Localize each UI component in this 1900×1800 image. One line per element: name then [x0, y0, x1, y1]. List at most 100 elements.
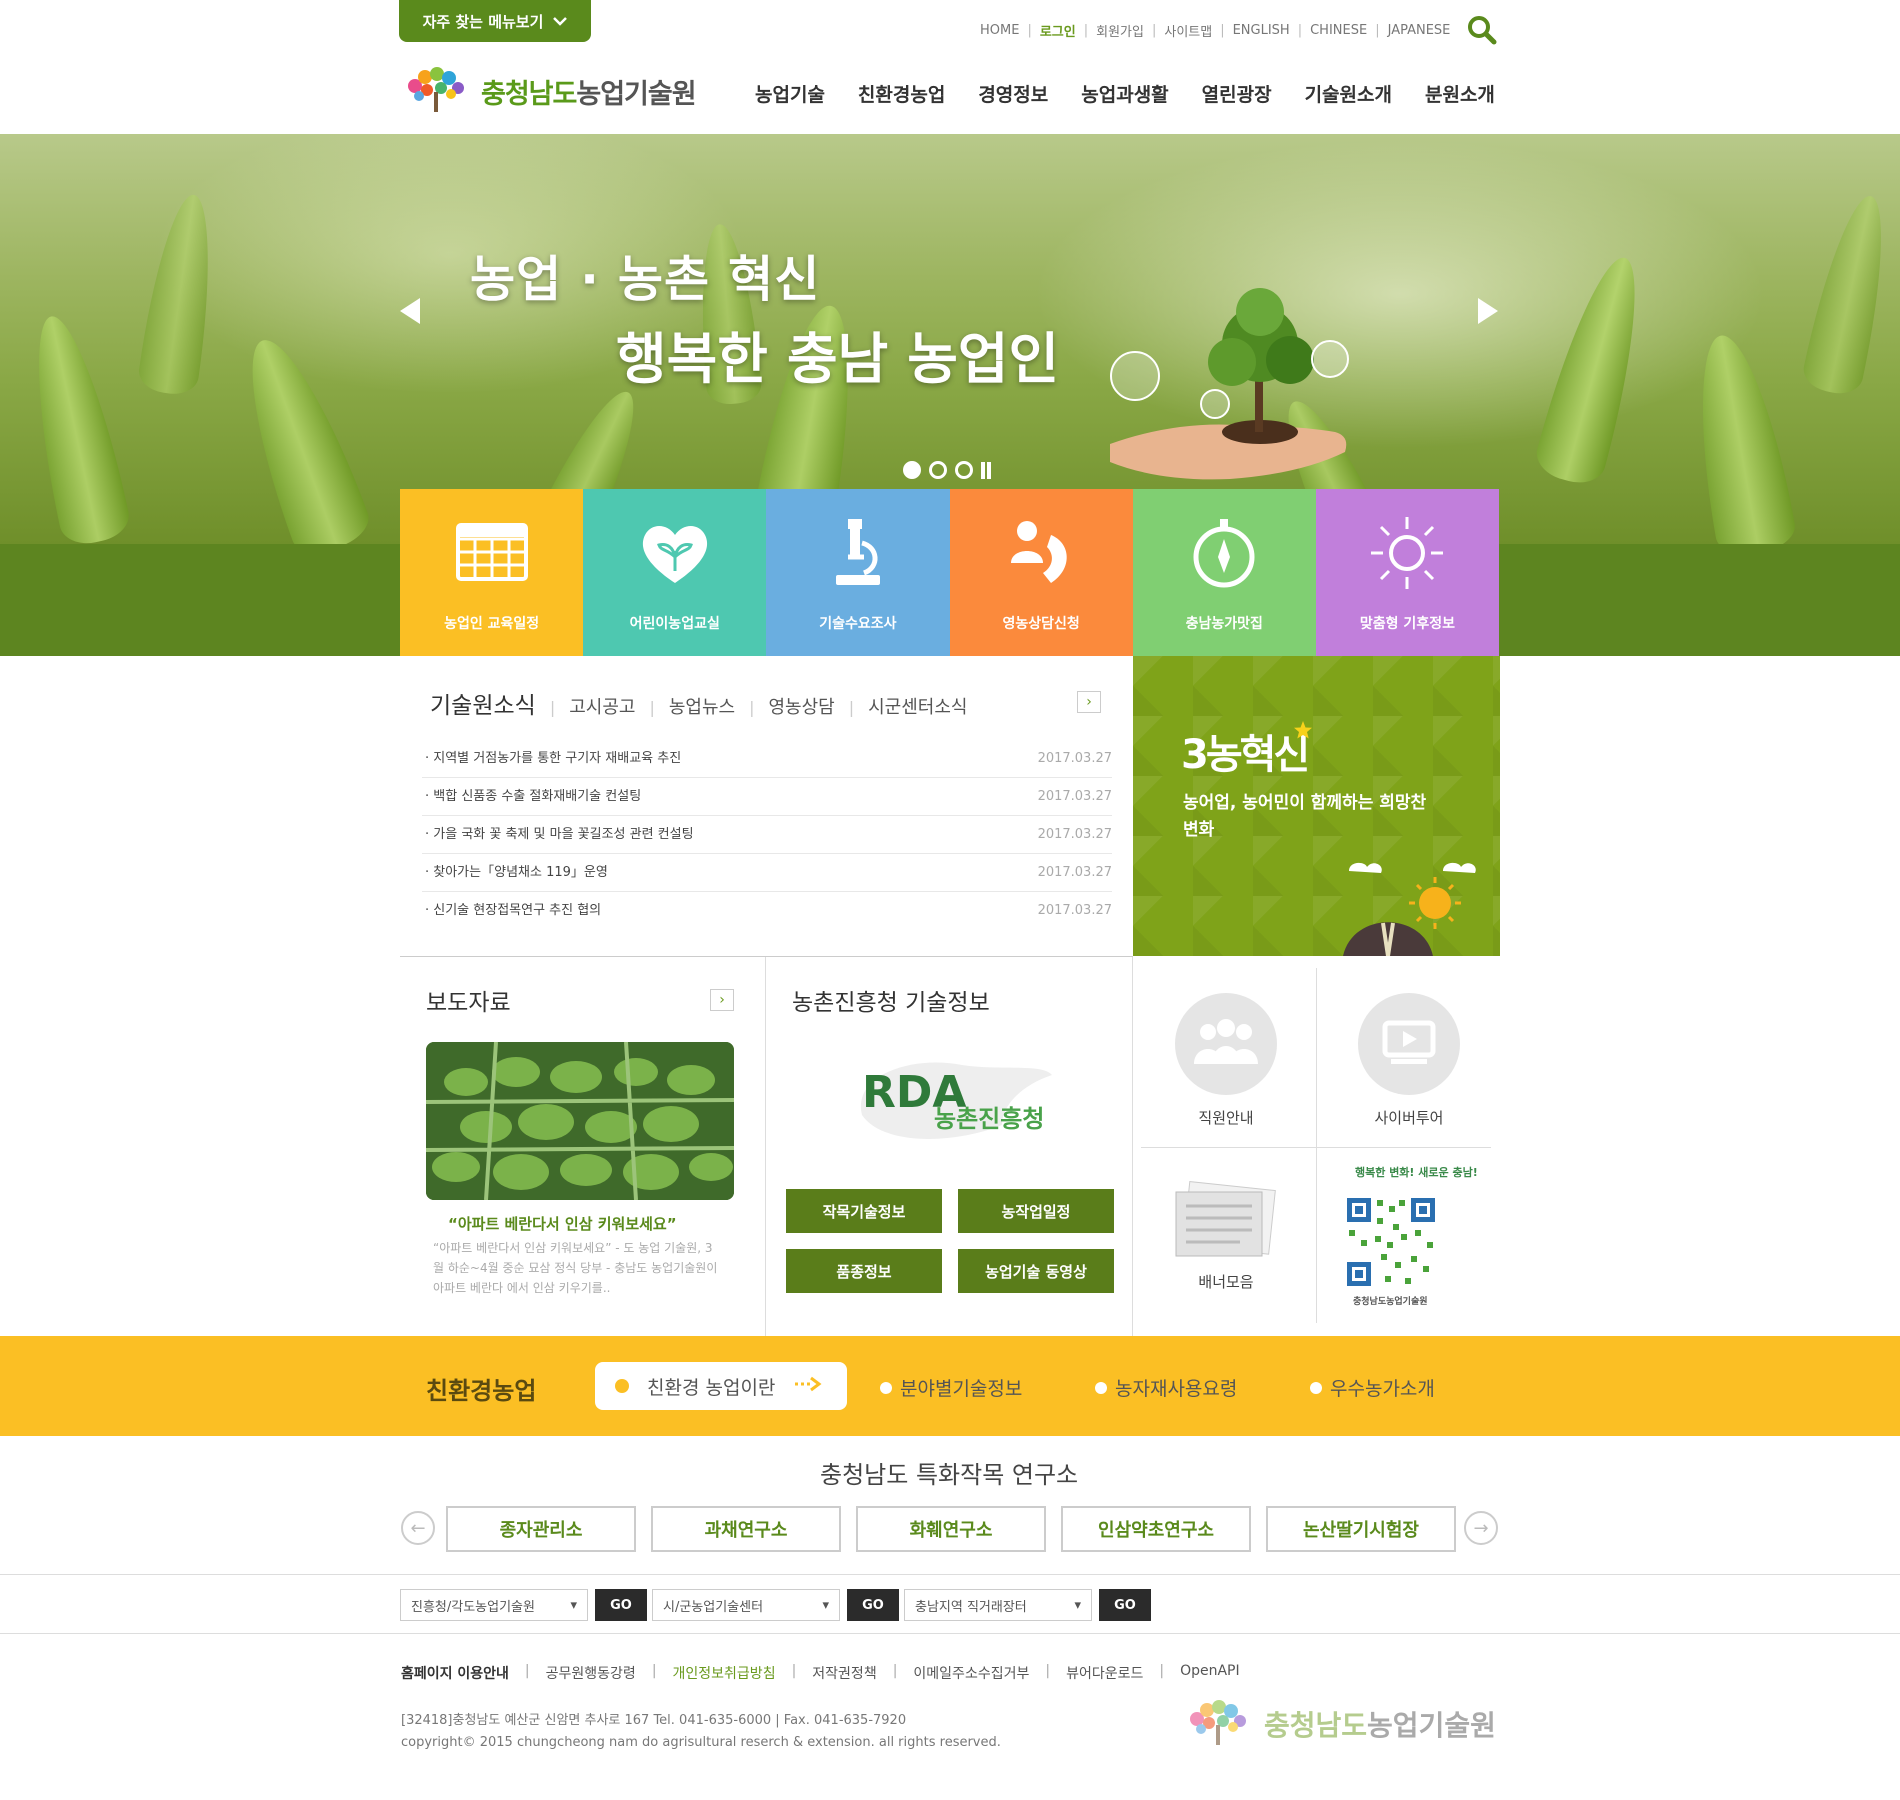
- research-flower-button[interactable]: 화훼연구소: [856, 1506, 1046, 1552]
- tile-farm-restaurant[interactable]: 충남농가맛집: [1132, 489, 1316, 656]
- banner-collection-link[interactable]: [1170, 1180, 1280, 1264]
- press-thumbnail[interactable]: [426, 1042, 734, 1200]
- variety-info-button[interactable]: 품종정보: [786, 1249, 942, 1293]
- rda-site-go-button[interactable]: GO: [595, 1589, 647, 1621]
- tile-climate-info[interactable]: 맞춤형 기후정보: [1315, 489, 1500, 656]
- research-prev-icon[interactable]: ←: [401, 1511, 435, 1545]
- eco-field-tech-link[interactable]: 분야별기술정보: [880, 1374, 1022, 1401]
- dotted-arrow-icon: [793, 1375, 823, 1397]
- logo-text: 충청남도농업기술원: [481, 78, 697, 110]
- press-title: 보도자료: [426, 990, 511, 1016]
- papers-icon: [1170, 1181, 1280, 1264]
- slide-dot-1[interactable]: [903, 461, 921, 479]
- util-japanese-link[interactable]: JAPANESE: [1388, 23, 1451, 38]
- util-join-link[interactable]: 회원가입: [1096, 21, 1144, 40]
- tile-tech-survey[interactable]: 기술수요조사: [766, 489, 950, 656]
- tree-logo-icon: [1182, 1697, 1254, 1751]
- pause-icon[interactable]: [981, 461, 991, 479]
- footer-logo: 충청남도농업기술원: [1182, 1697, 1496, 1751]
- county-center-select[interactable]: 시/군농업기술센터 ▾: [652, 1589, 840, 1621]
- sun-field-illustration: [1343, 862, 1476, 956]
- nav-about[interactable]: 기술원소개: [1305, 80, 1392, 107]
- staff-directory-link[interactable]: [1175, 993, 1277, 1095]
- agri-video-button[interactable]: 농업기술 동영상: [958, 1249, 1114, 1293]
- search-icon[interactable]: [1467, 15, 1497, 45]
- research-strawberry-button[interactable]: 논산딸기시험장: [1266, 1506, 1456, 1552]
- farm-schedule-button[interactable]: 농작업일정: [958, 1189, 1114, 1233]
- county-center-go-button[interactable]: GO: [847, 1589, 899, 1621]
- nav-management[interactable]: 경영정보: [978, 80, 1048, 107]
- site-logo[interactable]: 충청남도농업기술원: [401, 66, 697, 116]
- tab-consult[interactable]: 영농상담: [768, 693, 834, 719]
- footer-copyright-link[interactable]: 저작권정책: [812, 1663, 876, 1683]
- slide-next-icon[interactable]: [1476, 296, 1500, 330]
- util-login-link[interactable]: 로그인: [1040, 21, 1076, 40]
- tab-institute-news[interactable]: 기술원소식: [430, 686, 536, 720]
- nav-agri-tech[interactable]: 농업기술: [755, 80, 825, 107]
- news-more-button[interactable]: ›: [1077, 691, 1101, 713]
- news-item[interactable]: · 신기술 현장접목연구 추진 협의 2017.03.27: [422, 892, 1112, 930]
- rda-logo[interactable]: RDA 농촌진흥청: [852, 1045, 1062, 1153]
- news-item[interactable]: · 찾아가는「양념채소 119」운영 2017.03.27: [422, 854, 1112, 892]
- footer-guide-link[interactable]: 홈페이지 이용안내: [401, 1663, 509, 1683]
- research-fruitveg-button[interactable]: 과채연구소: [651, 1506, 841, 1552]
- tile-label: 충남농가맛집: [1185, 615, 1263, 632]
- tile-education-schedule[interactable]: 농업인 교육일정: [400, 489, 584, 656]
- press-headline[interactable]: “아파트 베란다서 인삼 키워보세요”: [448, 1213, 677, 1234]
- eco-farms-link[interactable]: 우수농가소개: [1310, 1374, 1435, 1401]
- research-title: 충청남도 특화작목 연구소: [820, 1461, 1079, 1489]
- hero-banner: 농업 · 농촌 혁신 행복한 충남 농업인: [0, 134, 1900, 544]
- news-item[interactable]: · 지역별 거점농가를 통한 구기자 재배교육 추진 2017.03.27: [422, 740, 1112, 778]
- qr-code-icon: [1345, 1196, 1437, 1288]
- promo-banner[interactable]: 3농혁신 농어업, 농어민이 함께하는 희망찬 변화: [1133, 656, 1500, 956]
- rda-site-select[interactable]: 진흥청/각도농업기술원 ▾: [400, 1589, 588, 1621]
- cyber-tour-label: 사이버투어: [1374, 1109, 1444, 1127]
- research-seed-button[interactable]: 종자관리소: [446, 1506, 636, 1552]
- footer-email-link[interactable]: 이메일주소수집거부: [913, 1663, 1029, 1683]
- tile-farm-consult[interactable]: 영농상담신청: [949, 489, 1133, 656]
- video-monitor-icon: [1381, 1019, 1437, 1069]
- news-item[interactable]: · 가을 국화 꽃 축제 및 마을 꽃길조성 관련 컨설팅 2017.03.27: [422, 816, 1112, 854]
- tile-kids-class[interactable]: 어린이농업교실: [583, 489, 767, 656]
- tab-notices[interactable]: 고시공고: [569, 693, 635, 719]
- slide-dot-3[interactable]: [955, 461, 973, 479]
- news-item[interactable]: · 백합 신품종 수출 절화재배기술 컨설팅 2017.03.27: [422, 778, 1112, 816]
- tab-agri-news[interactable]: 농업뉴스: [669, 693, 735, 719]
- footer-privacy-link[interactable]: 개인정보취급방침: [673, 1663, 776, 1683]
- direct-market-select[interactable]: 충남지역 직거래장터 ▾: [904, 1589, 1092, 1621]
- faq-menu-button[interactable]: 자주 찾는 메뉴보기: [399, 0, 591, 42]
- press-more-button[interactable]: ›: [710, 989, 734, 1011]
- footer-logo-text: 충청남도농업기술원: [1264, 1709, 1496, 1742]
- tab-county-news[interactable]: 시군센터소식: [868, 693, 967, 719]
- research-ginseng-button[interactable]: 인삼약초연구소: [1061, 1506, 1251, 1552]
- crop-tech-button[interactable]: 작목기술정보: [786, 1189, 942, 1233]
- util-home-link[interactable]: HOME: [980, 23, 1019, 38]
- chevron-down-icon: [553, 12, 568, 30]
- eco-intro-label: 친환경 농업이란: [647, 1376, 776, 1399]
- bullet-icon: [615, 1379, 629, 1393]
- footer-viewer-link[interactable]: 뷰어다운로드: [1066, 1663, 1143, 1683]
- eco-intro-link[interactable]: 친환경 농업이란: [595, 1362, 847, 1410]
- util-sitemap-link[interactable]: 사이트맵: [1164, 21, 1212, 40]
- quick-tiles: 농업인 교육일정 어린이농업교실 기술수요조사 영농상담신청 충남농가맛집 맞춤…: [400, 489, 1500, 656]
- nav-open-plaza[interactable]: 열린광장: [1202, 80, 1272, 107]
- slide-dot-2[interactable]: [929, 461, 947, 479]
- main-nav: 농업기술 친환경농업 경영정보 농업과생활 열린광장 기술원소개 분원소개: [755, 80, 1495, 107]
- nav-agri-life[interactable]: 농업과생활: [1081, 80, 1168, 107]
- qr-code-banner[interactable]: 행복한 변화! 새로운 충남! 충청남도농업기술원: [1335, 1160, 1485, 1310]
- hero-headline-2: 행복한 충남 농업인: [616, 327, 1060, 391]
- qr-org-name: 충청남도농업기술원: [1353, 1297, 1428, 1307]
- footer-openapi-link[interactable]: OpenAPI: [1180, 1663, 1240, 1683]
- footer-conduct-link[interactable]: 공무원행동강령: [546, 1663, 636, 1683]
- nav-eco-farming[interactable]: 친환경농업: [858, 80, 945, 107]
- util-english-link[interactable]: ENGLISH: [1233, 23, 1290, 38]
- util-chinese-link[interactable]: CHINESE: [1310, 23, 1367, 38]
- nav-branches[interactable]: 분원소개: [1425, 80, 1495, 107]
- direct-market-go-button[interactable]: GO: [1099, 1589, 1151, 1621]
- calendar-icon: [452, 513, 532, 597]
- eco-materials-link[interactable]: 농자재사용요령: [1095, 1374, 1237, 1401]
- slide-prev-icon[interactable]: [398, 296, 422, 330]
- microscope-icon: [818, 513, 898, 597]
- research-next-icon[interactable]: →: [1464, 1511, 1498, 1545]
- cyber-tour-link[interactable]: [1358, 993, 1460, 1095]
